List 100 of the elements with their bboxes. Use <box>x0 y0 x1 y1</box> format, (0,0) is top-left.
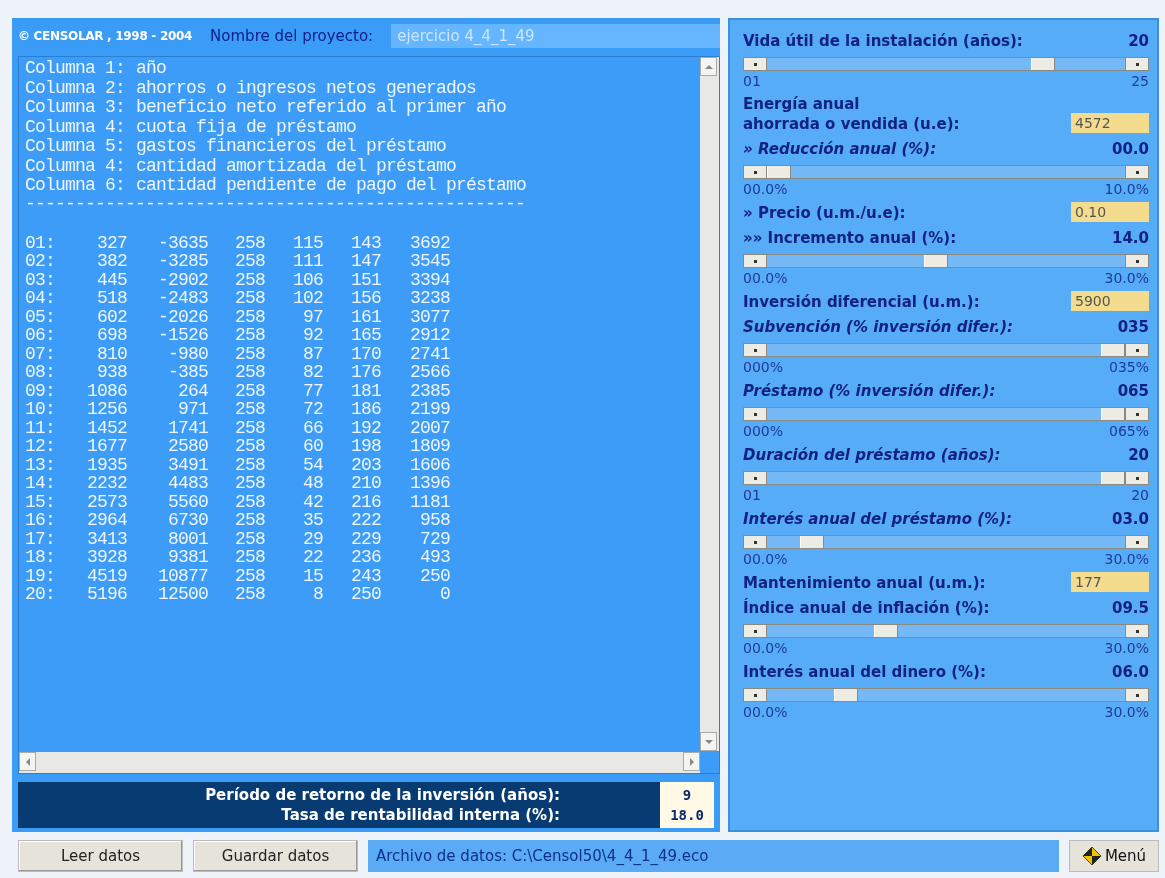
table-cell-text: 3077 <box>409 307 450 326</box>
slider-thumb[interactable] <box>1101 408 1125 420</box>
slider-thumb[interactable] <box>1030 58 1055 70</box>
slider-left-icon[interactable] <box>744 689 766 701</box>
slider-right-icon[interactable] <box>1126 408 1148 420</box>
slider-left-icon[interactable] <box>744 255 766 267</box>
slider-left-icon[interactable] <box>744 344 766 356</box>
table-cell-text: 258 <box>234 289 265 308</box>
parameter-label: Energía anual ahorrada o vendida (u.e): <box>743 94 960 134</box>
range-min: 00.0% <box>743 550 788 568</box>
input-field[interactable]: 0.10 <box>1071 202 1149 222</box>
table-cell-text: 147 <box>350 252 381 271</box>
table-cell-text: 258 <box>234 474 265 493</box>
table-cell-text: 258 <box>234 566 265 585</box>
column-label: Columna 6: <box>25 176 126 196</box>
input-field[interactable]: 5900 <box>1071 291 1149 311</box>
scroll-left-icon[interactable] <box>19 752 36 771</box>
table-cell-text: 156 <box>350 289 381 308</box>
slider-right-icon[interactable] <box>1126 58 1148 70</box>
table-cell-text: 14: <box>25 474 56 493</box>
parameter-value: 065 <box>1117 382 1149 400</box>
table-cell-text: 161 <box>350 307 381 326</box>
range-max: 20 <box>1131 486 1149 504</box>
table-cell-text: 0 <box>439 585 450 604</box>
range-min: 000% <box>743 358 784 376</box>
parameter-value: 00.0 <box>1112 140 1149 158</box>
table-cell-text: 8001 <box>167 529 208 548</box>
table-cell-text: -2026 <box>157 307 208 326</box>
table-cell-text: 2573 <box>86 492 127 511</box>
table-cell-text: 143 <box>350 233 381 252</box>
slider-thumb[interactable] <box>833 689 858 701</box>
table-cell-text: -385 <box>167 363 208 382</box>
project-label: Nombre del proyecto: <box>210 27 374 45</box>
scroll-up-icon[interactable] <box>700 57 717 76</box>
table-cell-text: 05: <box>25 307 56 326</box>
horizontal-scrollbar[interactable] <box>19 752 700 773</box>
scroll-right-icon[interactable] <box>683 752 700 771</box>
slider-thumb[interactable] <box>1101 472 1125 484</box>
table-cell-text: 203 <box>350 455 381 474</box>
column-description: gastos financieros del préstamo <box>136 137 447 157</box>
parameter-label: Subvención (% inversión difer.): <box>743 317 1014 338</box>
slider-right-icon[interactable] <box>1126 344 1148 356</box>
load-button[interactable]: Leer datos <box>18 840 183 872</box>
range-min: 00.0% <box>743 180 788 198</box>
table-cell-text: 258 <box>234 437 265 456</box>
table-cell-text: 06: <box>25 326 56 345</box>
table-cell-text: 258 <box>234 511 265 530</box>
table-cell-text: -2483 <box>157 289 208 308</box>
table-cell-text: 1452 <box>86 418 127 437</box>
input-field[interactable]: 4572 <box>1071 113 1149 133</box>
parameter-label: » Precio (u.m./u.e): <box>743 203 906 223</box>
table-cell-text: 236 <box>350 548 381 567</box>
slider-right-icon[interactable] <box>1126 689 1148 701</box>
table-cell-text: 518 <box>96 289 127 308</box>
table-cell-text: 2007 <box>409 418 450 437</box>
parameter-label: Inversión diferencial (u.m.): <box>743 292 980 312</box>
slider-left-icon[interactable] <box>744 58 766 70</box>
table-cell-text: 111 <box>292 252 323 271</box>
table-cell-text: 5560 <box>167 492 208 511</box>
slider-right-icon[interactable] <box>1126 166 1148 178</box>
menu-button[interactable]: Menú <box>1069 840 1159 872</box>
column-label: Columna 1: <box>25 59 126 79</box>
parameter-label: Interés anual del préstamo (%): <box>743 509 1012 530</box>
parameter-label: Mantenimiento anual (u.m.): <box>743 573 986 593</box>
slider-right-icon[interactable] <box>1126 536 1148 548</box>
table-cell-text: 9381 <box>167 548 208 567</box>
range-min: 01 <box>743 486 761 504</box>
slider-right-icon[interactable] <box>1126 625 1148 637</box>
slider-thumb[interactable] <box>800 536 825 548</box>
table-cell-text: 2385 <box>409 381 450 400</box>
table-cell-text: 01: <box>25 233 56 252</box>
slider-right-icon[interactable] <box>1126 255 1148 267</box>
table-cell-text: -980 <box>167 344 208 363</box>
input-field[interactable]: 177 <box>1071 572 1149 592</box>
table-cell-text: 11: <box>25 418 56 437</box>
table-cell-text: 2566 <box>409 363 450 382</box>
table-cell-text: 729 <box>419 529 450 548</box>
vertical-scrollbar[interactable] <box>700 57 719 751</box>
slider-left-icon[interactable] <box>744 536 766 548</box>
slider-left-icon[interactable] <box>744 166 766 178</box>
scroll-down-icon[interactable] <box>700 732 717 751</box>
table-cell-text: 258 <box>234 363 265 382</box>
result-label: Período de retorno de la inversión (años): <box>205 785 560 805</box>
slider-thumb[interactable] <box>767 166 791 178</box>
slider-left-icon[interactable] <box>744 472 766 484</box>
slider-left-icon[interactable] <box>744 408 766 420</box>
table-cell-text: 602 <box>96 307 127 326</box>
slider-thumb[interactable] <box>1101 344 1125 356</box>
table-cell-text: 258 <box>234 326 265 345</box>
table-cell-text: 1181 <box>409 492 450 511</box>
slider-thumb[interactable] <box>873 625 898 637</box>
table-cell-text: 1677 <box>86 437 127 456</box>
range-min: 000% <box>743 422 784 440</box>
slider-thumb[interactable] <box>923 255 948 267</box>
table-cell-text: 09: <box>25 381 56 400</box>
slider-right-icon[interactable] <box>1126 472 1148 484</box>
save-button[interactable]: Guardar datos <box>193 840 358 872</box>
table-cell-text: 493 <box>419 548 450 567</box>
slider-left-icon[interactable] <box>744 625 766 637</box>
table-cell-text: 258 <box>234 492 265 511</box>
